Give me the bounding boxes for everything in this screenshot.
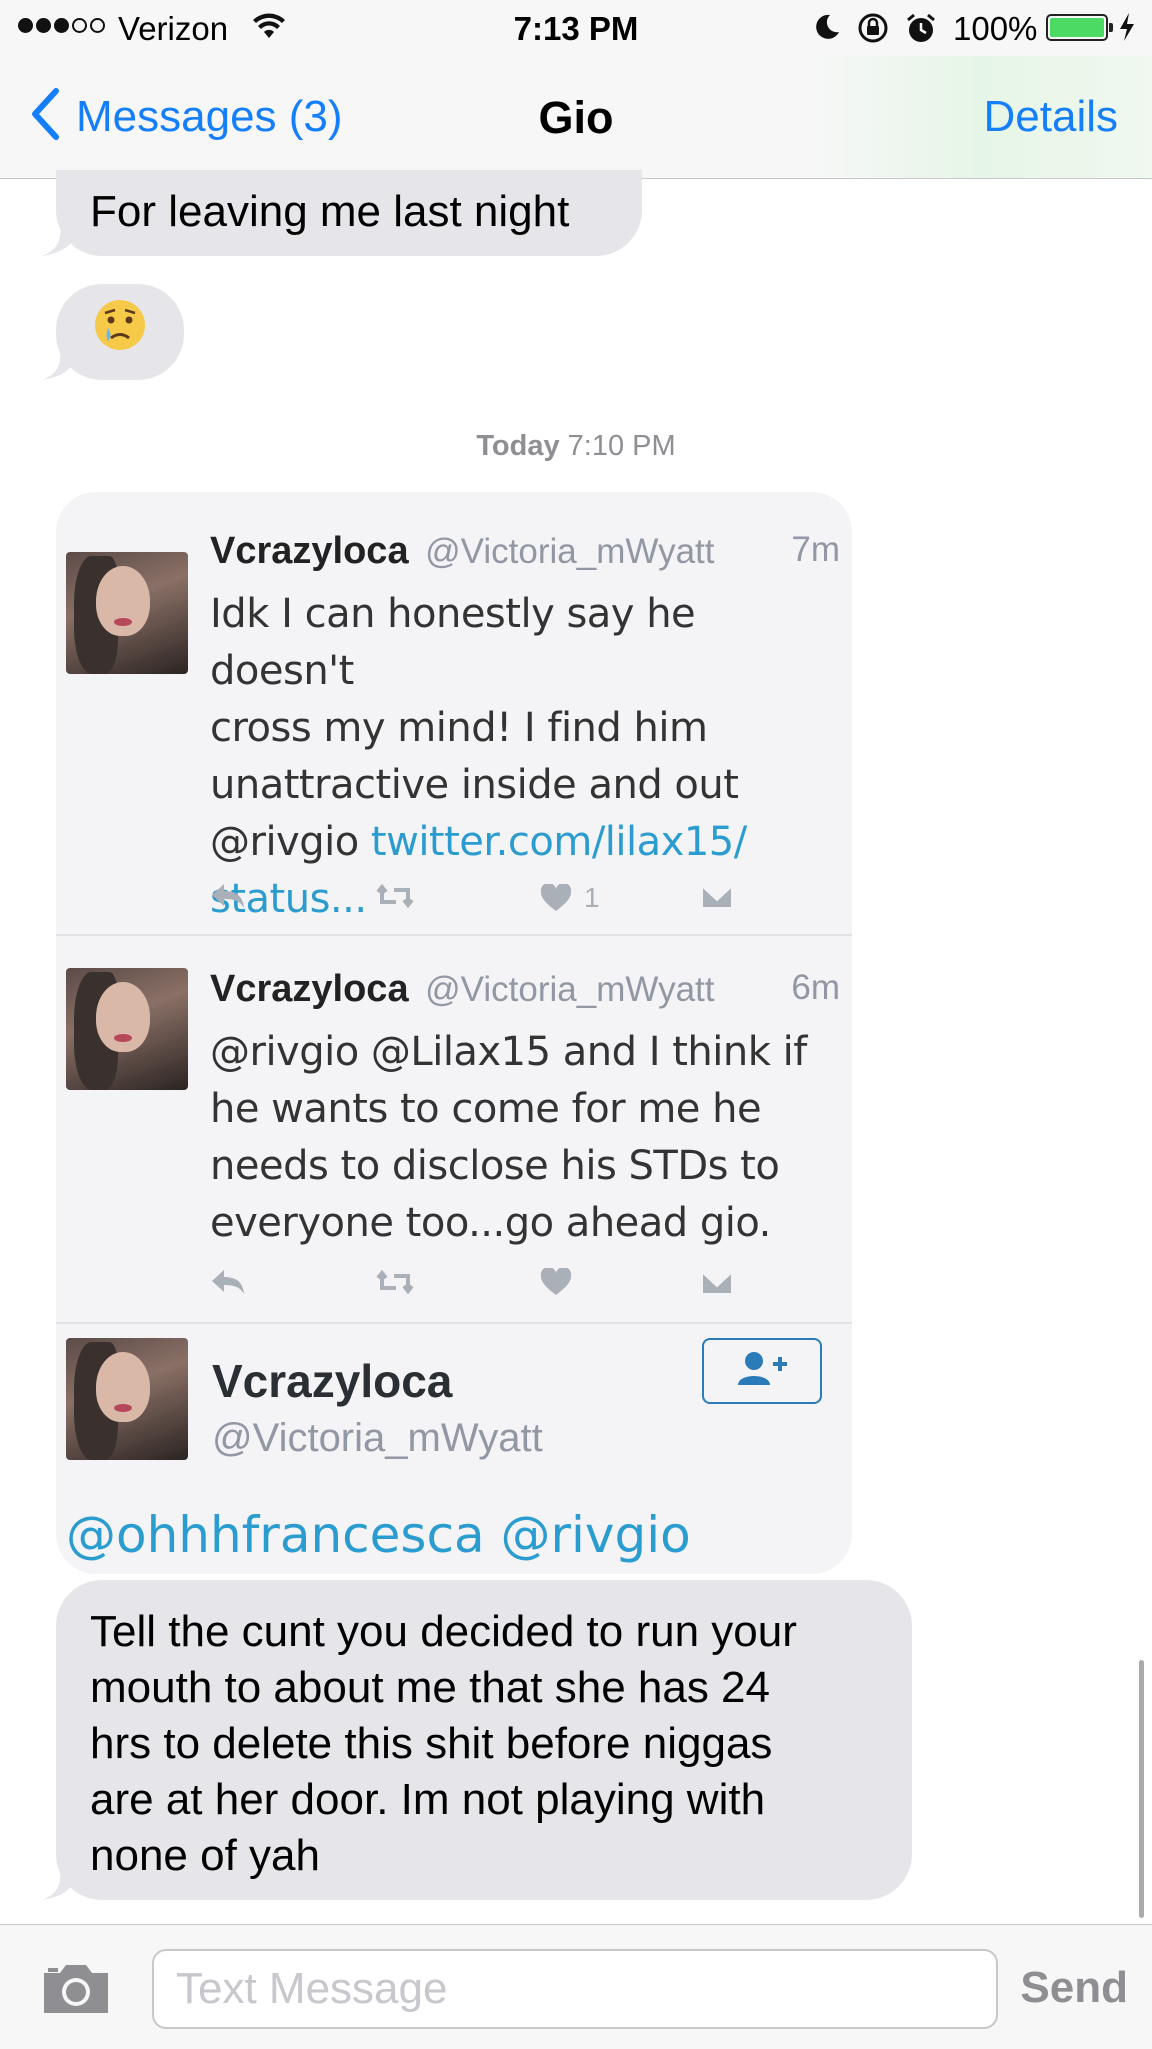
tweet-line: everyone too...go ahead gio. [210,1200,771,1246]
tweet-actions [210,1268,770,1308]
tweet-age: 7m [791,530,840,569]
received-emoji-bubble[interactable] [56,284,184,380]
battery-nub [1109,23,1113,32]
follow-button [702,1338,822,1404]
send-button[interactable]: Send [1020,1963,1128,2013]
profile-name: Vcrazyloca [212,1355,453,1407]
status-bar: Verizon 7:13 PM 100% [0,0,1152,56]
back-button-label: Messages (3) [76,91,343,141]
text-message-input[interactable] [152,1949,998,2029]
tweet-link: twitter.com/lilax15/ [370,819,747,865]
tweet-divider [56,934,852,936]
navigation-bar: Messages (3) Gio Details [0,56,1152,179]
moon-icon [812,12,842,47]
profile-handle: @Victoria_mWyatt [212,1416,543,1460]
chevron-left-icon [30,88,60,145]
message-line: none of yah [90,1831,320,1880]
tweet-author-name: Vcrazyloca [210,530,409,572]
like-icon [540,1268,572,1296]
message-line: hrs to delete this shit before niggas [90,1719,773,1768]
tweet-line: needs to disclose his STDs to [210,1143,780,1189]
details-button[interactable]: Details [984,92,1119,142]
retweet-icon [374,882,416,910]
like-icon: 1 [540,882,600,914]
tweet: Vcrazyloca @Victoria_mWyatt 6m @rivgio @… [56,968,852,1328]
tweet-line: @rivgio twitter.com/lilax15/ [210,814,830,871]
camera-icon [40,1965,112,2019]
battery-percent: 100% [953,10,1038,47]
timestamp-day: Today [476,430,560,462]
add-user-icon [732,1349,792,1394]
avatar-lips [114,1034,132,1042]
tweet-line: unattractive inside and out [210,762,739,808]
message-line: mouth to about me that she has 24 [90,1663,771,1712]
message-line: are at her door. Im not playing with [90,1775,766,1824]
back-to-messages-button[interactable]: Messages (3) [30,88,343,145]
tweet-line: he wants to come for me he [210,1086,762,1132]
reply-icon [210,882,246,910]
profile-avatar [66,968,188,1090]
camera-button[interactable] [40,1961,112,2020]
tweet-text: @rivgio @Lilax15 and I think if he wants… [210,1024,830,1252]
charging-bolt-icon [1118,12,1136,47]
profile-avatar [66,552,188,674]
reply-icon [210,1268,246,1296]
tweet-mention: @rivgio [210,819,371,865]
scroll-indicator[interactable] [1139,1660,1144,1918]
tweet-author-handle: @Victoria_mWyatt [425,532,715,571]
alarm-icon [904,11,938,50]
message-text: For leaving me last night [90,187,570,236]
tweet-header: Vcrazyloca @Victoria_mWyatt 6m [210,968,840,1011]
profile-avatar [66,1338,188,1460]
tweet-age: 6m [791,968,840,1007]
tweet-mentions: @ohhhfrancesca @rivgio [66,1506,691,1564]
battery-fill [1050,18,1104,37]
received-message-bubble[interactable]: Tell the cunt you decided to run your mo… [56,1580,912,1900]
retweet-icon [374,1268,416,1296]
tweet-line: cross my mind! I find him [210,705,708,751]
tweet-line: Idk I can honestly say he doesn't [210,591,696,694]
direct-message-icon [700,882,734,910]
rotation-lock-icon [856,11,890,50]
timestamp-time: 7:10 PM [567,430,676,462]
tweet: Vcrazyloca @Victoria_mWyatt 7m Idk I can… [56,524,852,944]
direct-message-icon [700,1268,734,1296]
message-composer: Send [0,1924,1152,2049]
avatar-lips [114,1404,132,1412]
avatar-lips [114,618,132,626]
screenshot-image-attachment[interactable]: Vcrazyloca @Victoria_mWyatt 7m Idk I can… [56,492,852,1574]
crying-face-emoji [93,298,147,366]
tweet-actions: 1 [210,882,770,922]
tweet-author-name: Vcrazyloca [210,968,409,1010]
tweet-line: @rivgio @Lilax15 and I think if [210,1029,807,1075]
battery-icon [1046,14,1113,41]
tweet-header: Vcrazyloca @Victoria_mWyatt 7m [210,530,840,573]
tweet-text: Idk I can honestly say he doesn't cross … [210,586,830,928]
message-timestamp: Today 7:10 PM [0,430,1152,463]
received-message-bubble[interactable]: For leaving me last night [56,170,642,256]
tweet-author-handle: @Victoria_mWyatt [425,970,715,1009]
tweet-divider [56,1322,852,1324]
message-line: Tell the cunt you decided to run your [90,1607,797,1656]
like-count: 1 [584,882,600,913]
